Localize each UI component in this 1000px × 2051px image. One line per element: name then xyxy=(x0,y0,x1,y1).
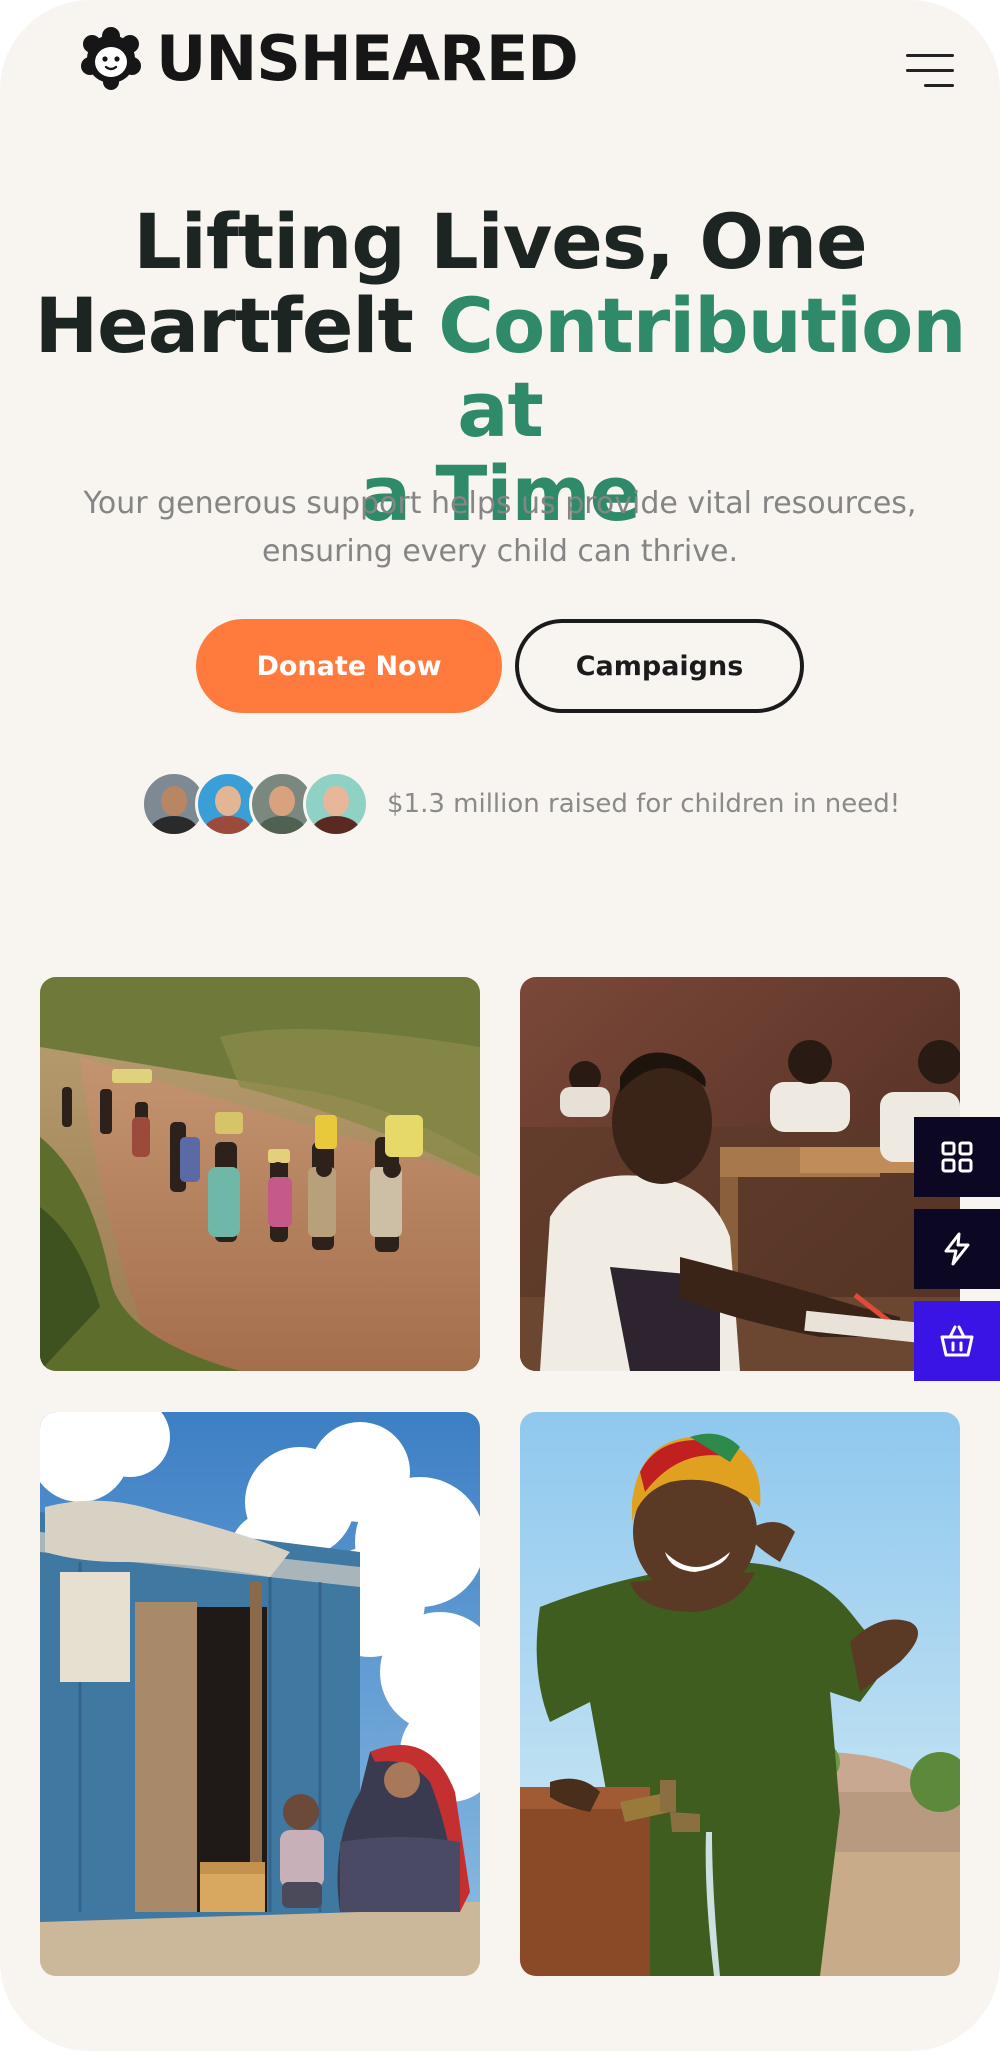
hamburger-menu-icon[interactable] xyxy=(906,52,956,92)
photo-children-carrying-water xyxy=(40,977,480,1371)
sidebar-lightning-button[interactable] xyxy=(914,1209,1000,1289)
brand-name: UNSHEARED xyxy=(156,22,579,95)
avatar xyxy=(303,771,369,837)
campaigns-button[interactable]: Campaigns xyxy=(515,619,804,713)
page: UNSHEARED Lifting Lives, One Heartfelt C… xyxy=(0,0,1000,2051)
hero-subtitle: Your generous support helps us provide v… xyxy=(83,486,917,569)
sheep-icon xyxy=(81,27,141,90)
hero-title-line2-plain: Heartfelt xyxy=(34,281,439,370)
raised-amount-text: $1.3 million raised for children in need… xyxy=(387,789,901,819)
site-header: UNSHEARED xyxy=(0,0,1000,130)
hero-title-line1: Lifting Lives, One xyxy=(133,197,867,286)
photo-girl-at-water-tap xyxy=(520,1412,960,1976)
grid-icon xyxy=(941,1141,973,1173)
donor-avatars xyxy=(141,771,369,837)
photo-children-in-classroom xyxy=(520,977,960,1371)
donate-now-button[interactable]: Donate Now xyxy=(196,619,502,713)
basket-icon xyxy=(940,1325,974,1357)
hero-title-line2-accent: Contribution at xyxy=(438,281,966,454)
brand-logo[interactable]: UNSHEARED xyxy=(78,22,579,95)
photo-family-at-shack xyxy=(40,1412,480,1976)
donor-social-proof: $1.3 million raised for children in need… xyxy=(141,770,900,838)
sidebar-grid-button[interactable] xyxy=(914,1117,1000,1197)
lightning-icon xyxy=(944,1232,970,1266)
sidebar-basket-button[interactable] xyxy=(914,1301,1000,1381)
